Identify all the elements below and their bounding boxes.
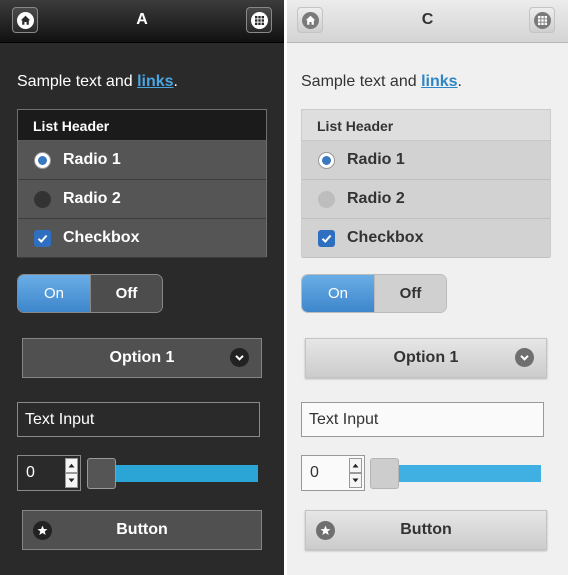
number-input[interactable]: 0 <box>17 455 81 491</box>
checkbox-label: Checkbox <box>63 229 140 246</box>
sample-text: Sample text and links. <box>17 73 178 91</box>
radio-selected-icon[interactable] <box>318 152 335 169</box>
sample-text-end: . <box>173 73 178 90</box>
theme-a-panel: A Sample text and links. List Header Rad… <box>0 0 284 575</box>
list-header: List Header <box>18 110 266 141</box>
select-value: Option 1 <box>393 349 459 366</box>
radio-1-item[interactable]: Radio 1 <box>18 141 266 180</box>
theme-c-panel: C Sample text and links. List Header Rad… <box>287 0 568 575</box>
radio-2-label: Radio 2 <box>63 190 121 207</box>
button-label: Button <box>116 521 168 538</box>
grid-button[interactable] <box>529 7 555 33</box>
number-value: 0 <box>310 464 319 481</box>
spin-up-icon[interactable] <box>65 458 78 473</box>
button-label: Button <box>400 521 452 538</box>
radio-2-item[interactable]: Radio 2 <box>302 180 550 219</box>
radio-2-label: Radio 2 <box>347 190 405 207</box>
radio-unselected-icon[interactable] <box>34 191 51 208</box>
radio-1-label: Radio 1 <box>63 151 121 168</box>
checkbox-checked-icon[interactable] <box>318 230 335 247</box>
toggle-on-option[interactable]: On <box>18 275 90 312</box>
star-button[interactable]: Button <box>305 510 547 550</box>
chevron-down-icon <box>230 348 249 367</box>
checkbox-checked-icon[interactable] <box>34 230 51 247</box>
flip-toggle[interactable]: On Off <box>301 274 447 313</box>
radio-2-item[interactable]: Radio 2 <box>18 180 266 219</box>
flip-toggle[interactable]: On Off <box>17 274 163 313</box>
number-value: 0 <box>26 464 35 481</box>
grid-icon <box>250 11 268 29</box>
toggle-off-option[interactable]: Off <box>374 275 446 312</box>
slider-track[interactable] <box>395 465 541 482</box>
page-title: C <box>421 11 434 28</box>
radio-selected-icon[interactable] <box>34 152 51 169</box>
list-header: List Header <box>302 110 550 141</box>
sample-text-label: Sample text and <box>17 73 138 90</box>
slider-handle[interactable] <box>87 458 116 489</box>
sample-text: Sample text and links. <box>301 73 462 91</box>
star-icon <box>33 521 52 540</box>
sample-text-label: Sample text and <box>301 73 422 90</box>
header-bar: A <box>0 0 284 43</box>
sample-text-end: . <box>457 73 462 90</box>
chevron-down-icon <box>515 348 534 367</box>
star-button[interactable]: Button <box>22 510 262 550</box>
star-icon <box>316 521 335 540</box>
checkbox-item[interactable]: Checkbox <box>302 219 550 258</box>
header-bar: C <box>287 0 568 43</box>
spin-down-icon[interactable] <box>349 473 362 488</box>
spin-up-icon[interactable] <box>349 458 362 473</box>
spin-down-icon[interactable] <box>65 473 78 488</box>
number-input[interactable]: 0 <box>301 455 365 491</box>
grid-icon <box>533 11 551 29</box>
radio-1-label: Radio 1 <box>347 151 405 168</box>
listview: List Header Radio 1 Radio 2 Checkbox <box>17 109 267 258</box>
text-input[interactable]: Text Input <box>17 402 260 437</box>
sample-link[interactable]: links <box>421 73 457 90</box>
listview: List Header Radio 1 Radio 2 Checkbox <box>301 109 551 258</box>
text-input[interactable]: Text Input <box>301 402 544 437</box>
radio-unselected-icon[interactable] <box>318 191 335 208</box>
sample-link[interactable]: links <box>137 73 173 90</box>
toggle-off-option[interactable]: Off <box>90 275 162 312</box>
toggle-on-option[interactable]: On <box>302 275 374 312</box>
select-menu[interactable]: Option 1 <box>22 338 262 378</box>
slider-track[interactable] <box>112 465 258 482</box>
page-title: A <box>136 11 148 28</box>
grid-button[interactable] <box>246 7 272 33</box>
checkbox-label: Checkbox <box>347 229 424 246</box>
select-value: Option 1 <box>109 349 175 366</box>
slider-handle[interactable] <box>370 458 399 489</box>
radio-1-item[interactable]: Radio 1 <box>302 141 550 180</box>
checkbox-item[interactable]: Checkbox <box>18 219 266 258</box>
select-menu[interactable]: Option 1 <box>305 338 547 378</box>
